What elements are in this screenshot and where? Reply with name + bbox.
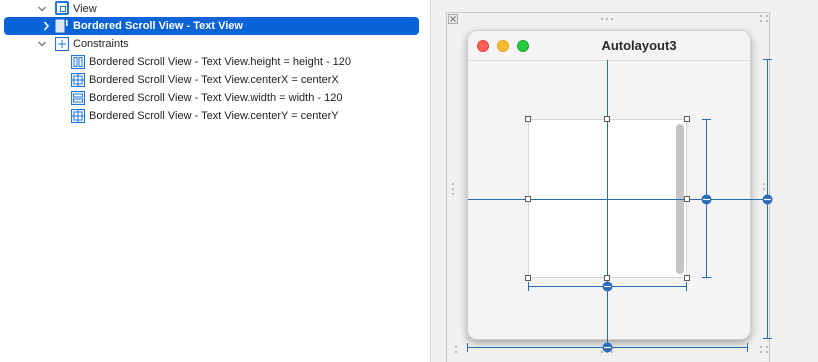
resize-handle-top[interactable] [604,116,610,122]
resize-handle-bottom-right[interactable] [684,275,690,281]
resize-handle-bottom[interactable] [604,275,610,281]
resize-handle-bottom-left[interactable] [525,275,531,281]
constraint-overlay [467,59,773,353]
resize-handle-top-left[interactable] [525,116,531,122]
resize-handle-top-right[interactable] [684,116,690,122]
resize-handle-right[interactable] [684,196,690,202]
constraint-badge-icon [602,194,773,353]
resize-handle-left[interactable] [525,196,531,202]
